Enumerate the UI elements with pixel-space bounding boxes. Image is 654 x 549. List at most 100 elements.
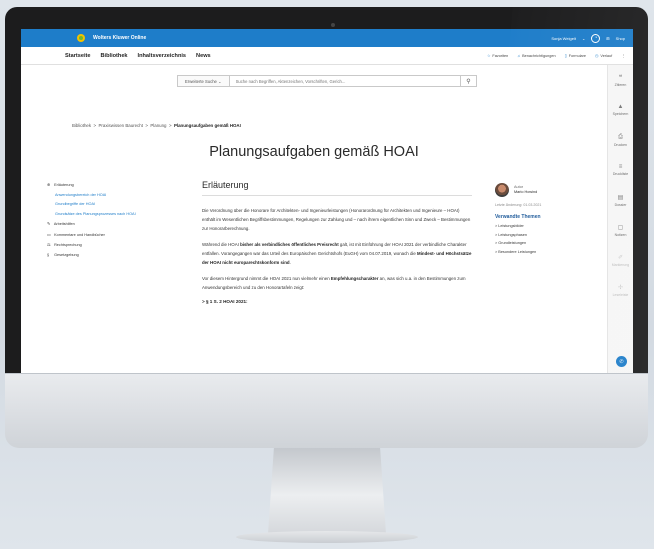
favoriten-label: Favoriten bbox=[492, 54, 509, 58]
user-name[interactable]: Sonja Weigelt bbox=[551, 36, 576, 41]
toc-arbeitshilfen[interactable]: ✎ Arbeitshilfen bbox=[47, 221, 177, 226]
related-topic-link[interactable]: > Besondere Leistungen bbox=[495, 250, 585, 254]
history-icon: ◷ bbox=[595, 54, 599, 58]
more-menu-icon[interactable]: ⋮ bbox=[621, 53, 625, 58]
druckliste-button[interactable]: ≡ Druckliste bbox=[608, 155, 633, 185]
related-topic-link[interactable]: > Leistungsphasen bbox=[495, 233, 585, 237]
paragraph-icon: § bbox=[47, 252, 50, 257]
print-icon: ⎙ bbox=[618, 133, 623, 140]
related-topic-label: Leistungsbilder bbox=[498, 224, 524, 228]
bold-text: Empfehlungscharakter bbox=[330, 276, 379, 281]
scales-icon: ⚖ bbox=[47, 243, 51, 247]
breadcrumb-bibliothek[interactable]: Bibliothek bbox=[72, 123, 91, 128]
formulare-link[interactable]: ▯ Formulare bbox=[565, 53, 586, 58]
rail-label: Markierung bbox=[611, 262, 630, 267]
related-topic-link[interactable]: > Leistungsbilder bbox=[495, 224, 585, 228]
search-input[interactable] bbox=[229, 76, 460, 86]
toc-gesetzgebung[interactable]: § Gesetzgebung bbox=[47, 253, 177, 257]
verlauf-link[interactable]: ◷ Verlauf bbox=[595, 53, 612, 58]
toc-erlaeuterung[interactable]: ⊕ Erläuterung bbox=[47, 182, 177, 187]
list-icon: ≡ bbox=[618, 164, 623, 170]
star-icon: ☆ bbox=[486, 54, 491, 58]
main-nav: Startseite Bibliothek Inhaltsverzeichnis… bbox=[21, 47, 633, 65]
folder-icon: ▤ bbox=[617, 194, 624, 201]
rail-label: Speichern bbox=[612, 112, 629, 116]
related-topics-title: Verwandte Themen bbox=[495, 214, 541, 220]
related-topic-label: Leistungsphasen bbox=[498, 232, 527, 237]
nav-bibliothek[interactable]: Bibliothek bbox=[101, 53, 128, 59]
camera-dot bbox=[331, 23, 335, 27]
last-changed: Letzte Änderung: 01.03.2021 bbox=[495, 203, 542, 207]
notizen-button[interactable]: ▢ Notizen bbox=[608, 215, 633, 245]
nav-startseite[interactable]: Startseite bbox=[65, 53, 91, 59]
wolters-kluwer-logo-icon[interactable] bbox=[77, 34, 85, 42]
toc-sub-item[interactable]: Grundbegriffe der HOAI bbox=[47, 202, 177, 206]
author-block: Autor Mario Howind bbox=[495, 183, 585, 197]
toc-sub-item[interactable]: Anwendungsbereich der HOAI bbox=[47, 193, 177, 197]
chat-icon[interactable]: ✆ bbox=[616, 356, 627, 367]
bell-icon: ♫ bbox=[517, 53, 521, 58]
search-box: Erweiterte Suche ⌄ ⚲ bbox=[177, 75, 477, 87]
toc-kommentare-label: Kommentare und Handbücher bbox=[54, 232, 105, 237]
nav-news[interactable]: News bbox=[196, 53, 211, 59]
article-paragraph: Vor diesem Hintergrund nimmt die HOAI 20… bbox=[202, 274, 472, 292]
breadcrumb-planung[interactable]: Planung bbox=[150, 123, 166, 128]
benachrichtigungen-link[interactable]: ♫ Benachrichtigungen bbox=[517, 54, 555, 58]
rail-label: Zitieren bbox=[614, 82, 627, 87]
monitor-chin bbox=[5, 373, 648, 448]
nav-inhaltsverzeichnis[interactable]: Inhaltsverzeichnis bbox=[138, 53, 187, 59]
bookmark-icon: ▲ bbox=[617, 104, 624, 110]
breadcrumb-current: Planungsaufgaben gemäß HOAI bbox=[173, 123, 241, 128]
rail-label: Notizen bbox=[614, 232, 627, 237]
zitieren-button[interactable]: ❝ Zitieren bbox=[608, 65, 633, 95]
toc-rechtsprechung[interactable]: ⚖ Rechtsprechung bbox=[47, 242, 177, 247]
search-icon[interactable]: ⚲ bbox=[460, 76, 476, 86]
section-toggle[interactable]: > § 1 S. 2 HOAI 2021: bbox=[202, 299, 472, 304]
top-bar: Wolters Kluwer Online Sonja Weigelt ⌄ ◔ … bbox=[21, 29, 633, 47]
monitor-stand bbox=[268, 448, 386, 534]
related-topic-label: Besondere Leistungen bbox=[498, 249, 537, 254]
brand-name[interactable]: Wolters Kluwer Online bbox=[93, 35, 146, 41]
toc-erlaeuterung-label: Erläuterung bbox=[54, 183, 74, 187]
favoriten-link[interactable]: ☆ Favoriten bbox=[487, 53, 508, 58]
avatar bbox=[495, 183, 509, 197]
markierung-button[interactable]: ✐ Markierung bbox=[608, 245, 633, 275]
shop-link[interactable]: Shop bbox=[616, 36, 625, 41]
table-of-contents: ⊕ Erläuterung Anwendungsbereich der HOAI… bbox=[47, 182, 177, 262]
speichern-button[interactable]: ▲ Speichern bbox=[608, 95, 633, 125]
advanced-search-dropdown[interactable]: Erweiterte Suche ⌄ bbox=[178, 76, 230, 86]
dossier-button[interactable]: ▤ Dossier bbox=[608, 185, 633, 215]
tools-icon: ✎ bbox=[47, 222, 51, 226]
toc-kommentare[interactable]: ▭ Kommentare und Handbücher bbox=[47, 232, 177, 237]
article-paragraph: Während die HOAI bisher als verbindliche… bbox=[202, 240, 472, 267]
author-name[interactable]: Mario Howind bbox=[514, 190, 537, 194]
benachrichtigungen-label: Benachrichtigungen bbox=[522, 53, 556, 58]
bold-text: bisher als verbindliches öffentliches Pr… bbox=[240, 242, 339, 247]
chevron-right-icon: > bbox=[202, 299, 205, 304]
article-content: Erläuterung Die Verordnung über die Hono… bbox=[202, 180, 472, 304]
article-heading: Erläuterung bbox=[202, 180, 472, 196]
text-run: . bbox=[289, 260, 291, 265]
nav-tools: ☆ Favoriten ♫ Benachrichtigungen ▯ Formular… bbox=[487, 53, 625, 59]
rail-label: Leseleiste bbox=[612, 292, 629, 297]
leseleiste-button[interactable]: ✢ Leseleiste bbox=[608, 275, 633, 305]
cart-icon[interactable]: ⊞ bbox=[606, 36, 609, 41]
screen: Wolters Kluwer Online Sonja Weigelt ⌄ ◔ … bbox=[21, 29, 633, 373]
drucken-button[interactable]: ⎙ Drucken bbox=[608, 125, 633, 155]
user-icon[interactable]: ◔ bbox=[591, 33, 601, 43]
chevron-down-icon[interactable]: ⌄ bbox=[582, 36, 585, 41]
book-icon: ▭ bbox=[47, 232, 51, 237]
rail-label: Dossier bbox=[614, 202, 627, 207]
search-row: Erweiterte Suche ⌄ ⚲ bbox=[21, 65, 633, 97]
reading-icon: ✢ bbox=[617, 284, 624, 291]
breadcrumb-praxiswissen[interactable]: Praxiswissen Baurecht bbox=[99, 123, 143, 128]
rail-label: Drucken bbox=[613, 142, 628, 147]
related-topic-link[interactable]: > Grundleistungen bbox=[495, 241, 585, 245]
top-bar-right: Sonja Weigelt ⌄ ◔ ⊞ Shop bbox=[551, 33, 625, 43]
breadcrumb: Bibliothek > Praxiswissen Baurecht > Pla… bbox=[72, 123, 241, 128]
chevron-down-icon: ⌄ bbox=[218, 78, 222, 84]
toc-sub-item[interactable]: Grundsätze des Planungsprozesses nach HO… bbox=[47, 212, 177, 216]
toc-gesetzgebung-label: Gesetzgebung bbox=[54, 252, 79, 257]
author-text: Autor Mario Howind bbox=[514, 185, 537, 195]
monitor-stand-base bbox=[236, 531, 418, 543]
